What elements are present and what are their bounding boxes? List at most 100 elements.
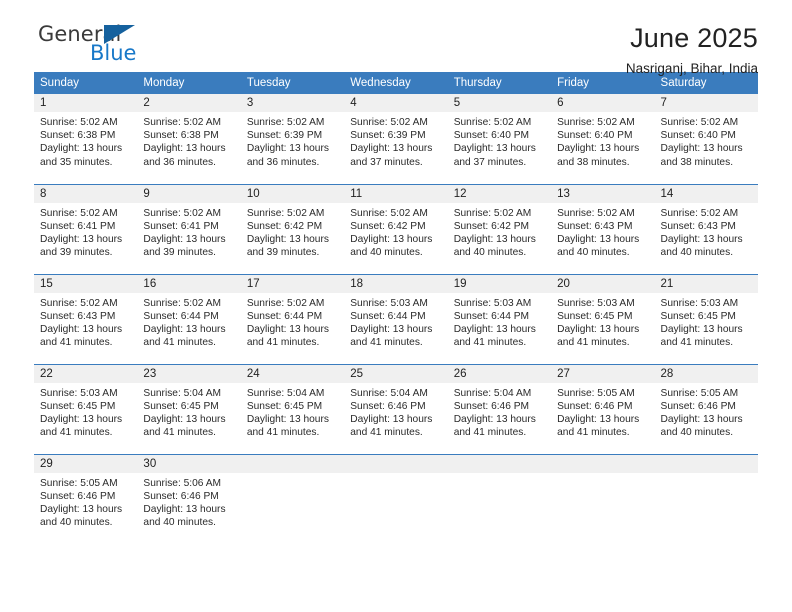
calendar-day-cell[interactable]: 9 Sunrise: 5:02 AM Sunset: 6:41 PM Daylight… [137, 183, 241, 274]
day-details: Sunrise: 5:02 AM Sunset: 6:38 PM Daylight:… [137, 112, 240, 169]
day-number: 16 [137, 274, 241, 293]
sunset-time: Sunset: 6:45 PM [40, 400, 116, 412]
day-details: Sunrise: 5:03 AM Sunset: 6:44 PM Daylight:… [344, 293, 447, 350]
day-number: 4 [344, 94, 448, 112]
sunrise-time: Sunrise: 5:02 AM [453, 207, 532, 219]
sunset-time: Sunset: 6:43 PM [557, 220, 633, 232]
calendar-day-cell[interactable]: 8 Sunrise: 5:02 AM Sunset: 6:41 PM Daylight… [34, 183, 138, 274]
daylight-duration-line2: and 41 minutes. [453, 427, 527, 439]
calendar-day-cell[interactable]: 28 Sunrise: 5:05 AM Sunset: 6:46 PM Dayligh… [654, 363, 758, 454]
daylight-duration-line1: Daylight: 13 hours [40, 503, 123, 515]
sunrise-time: Sunrise: 5:03 AM [453, 297, 532, 309]
daylight-duration-line2: and 41 minutes. [246, 427, 320, 439]
daylight-duration-line2: and 41 minutes. [350, 427, 423, 439]
daylight-duration-line1: Daylight: 13 hours [557, 143, 640, 155]
sunset-time: Sunset: 6:41 PM [143, 220, 219, 232]
day-details: Sunrise: 5:02 AM Sunset: 6:42 PM Daylight:… [448, 203, 551, 260]
calendar-day-cell[interactable]: 11 Sunrise: 5:02 AM Sunset: 6:42 PM Dayligh… [344, 183, 448, 274]
day-details: Sunrise: 5:02 AM Sunset: 6:40 PM Daylight:… [551, 112, 654, 169]
generalblue-logo[interactable]: General Blue [34, 22, 154, 70]
sunset-time: Sunset: 6:43 PM [40, 310, 116, 322]
sunrise-time: Sunrise: 5:03 AM [350, 297, 428, 309]
day-number: 27 [551, 364, 655, 383]
calendar-day-cell[interactable]: 15 Sunrise: 5:02 AM Sunset: 6:43 PM Dayligh… [34, 273, 138, 364]
daylight-duration-line2: and 39 minutes. [143, 247, 216, 259]
calendar-day-cell[interactable]: 6 Sunrise: 5:02 AM Sunset: 6:40 PM Daylight… [551, 94, 655, 184]
daylight-duration-line1: Daylight: 13 hours [350, 233, 433, 245]
calendar-day-cell[interactable]: 17 Sunrise: 5:02 AM Sunset: 6:44 PM Dayligh… [240, 273, 345, 364]
calendar-day-cell[interactable]: 16 Sunrise: 5:02 AM Sunset: 6:44 PM Dayligh… [137, 273, 241, 364]
sunrise-time: Sunrise: 5:04 AM [246, 387, 325, 399]
sunset-time: Sunset: 6:41 PM [40, 220, 116, 232]
calendar-day-cell[interactable]: 3 Sunrise: 5:02 AM Sunset: 6:39 PM Daylight… [240, 94, 345, 184]
weekday-header-sunday: Sunday [34, 72, 138, 94]
daylight-duration-line1: Daylight: 13 hours [40, 413, 123, 425]
sunset-time: Sunset: 6:40 PM [660, 130, 736, 142]
sunset-time: Sunset: 6:45 PM [660, 310, 736, 322]
sunrise-time: Sunrise: 5:02 AM [246, 297, 325, 309]
sunset-time: Sunset: 6:45 PM [557, 310, 633, 322]
sunrise-time: Sunrise: 5:02 AM [660, 207, 739, 219]
calendar-day-cell[interactable]: 14 Sunrise: 5:02 AM Sunset: 6:43 PM Dayligh… [654, 183, 758, 274]
sunset-time: Sunset: 6:44 PM [453, 310, 530, 322]
calendar-day-cell[interactable]: 30 Sunrise: 5:06 AM Sunset: 6:46 PM Dayligh… [137, 453, 241, 542]
daylight-duration-line2: and 38 minutes. [557, 156, 630, 168]
calendar-day-cell[interactable]: 12 Sunrise: 5:02 AM Sunset: 6:42 PM Dayligh… [447, 183, 552, 274]
calendar-day-cell[interactable]: 5 Sunrise: 5:02 AM Sunset: 6:40 PM Daylight… [447, 94, 552, 184]
calendar-day-cell[interactable]: 18 Sunrise: 5:03 AM Sunset: 6:44 PM Dayligh… [344, 273, 448, 364]
day-number: 9 [137, 184, 241, 203]
logo-text-blue: Blue [90, 41, 137, 65]
calendar-day-cell[interactable]: 1 Sunrise: 5:02 AM Sunset: 6:38 PM Daylight… [34, 94, 138, 184]
calendar-empty-cell [654, 453, 758, 542]
calendar-empty-cell [551, 453, 655, 542]
calendar-day-cell[interactable]: 4 Sunrise: 5:02 AM Sunset: 6:39 PM Daylight… [344, 94, 448, 184]
calendar-day-cell[interactable]: 23 Sunrise: 5:04 AM Sunset: 6:45 PM Dayligh… [137, 363, 241, 454]
sunset-time: Sunset: 6:44 PM [350, 310, 426, 322]
day-details: Sunrise: 5:03 AM Sunset: 6:45 PM Daylight:… [34, 383, 137, 440]
day-number: 10 [240, 184, 345, 203]
daylight-duration-line1: Daylight: 13 hours [246, 413, 329, 425]
sunrise-time: Sunrise: 5:06 AM [143, 477, 222, 489]
calendar-day-cell[interactable]: 10 Sunrise: 5:02 AM Sunset: 6:42 PM Dayligh… [240, 183, 345, 274]
day-number: 23 [137, 364, 241, 383]
daylight-duration-line2: and 41 minutes. [143, 337, 216, 349]
daylight-duration-line2: and 40 minutes. [143, 517, 216, 529]
day-number: 29 [34, 454, 138, 473]
daylight-duration-line1: Daylight: 13 hours [143, 143, 226, 155]
day-number: 24 [240, 364, 345, 383]
day-details: Sunrise: 5:05 AM Sunset: 6:46 PM Daylight:… [34, 473, 137, 530]
calendar-day-cell[interactable]: 20 Sunrise: 5:03 AM Sunset: 6:45 PM Dayligh… [551, 273, 655, 364]
calendar-day-cell[interactable]: 2 Sunrise: 5:02 AM Sunset: 6:38 PM Daylight… [137, 94, 241, 184]
sunrise-time: Sunrise: 5:02 AM [143, 297, 222, 309]
calendar-day-cell[interactable]: 13 Sunrise: 5:02 AM Sunset: 6:43 PM Dayligh… [551, 183, 655, 274]
page-title: June 2025 [630, 23, 758, 53]
calendar-day-cell[interactable]: 19 Sunrise: 5:03 AM Sunset: 6:44 PM Dayligh… [447, 273, 552, 364]
weekday-header-monday: Monday [137, 72, 241, 94]
day-details: Sunrise: 5:04 AM Sunset: 6:45 PM Daylight:… [137, 383, 240, 440]
day-number: 13 [551, 184, 655, 203]
day-details: Sunrise: 5:03 AM Sunset: 6:45 PM Daylight:… [551, 293, 654, 350]
calendar-day-cell[interactable]: 26 Sunrise: 5:04 AM Sunset: 6:46 PM Dayligh… [447, 363, 552, 454]
calendar-day-cell[interactable]: 21 Sunrise: 5:03 AM Sunset: 6:45 PM Dayligh… [654, 273, 758, 364]
calendar-day-cell[interactable]: 7 Sunrise: 5:02 AM Sunset: 6:40 PM Daylight… [654, 94, 758, 184]
sunset-time: Sunset: 6:39 PM [246, 130, 323, 142]
calendar-day-cell[interactable]: 22 Sunrise: 5:03 AM Sunset: 6:45 PM Dayligh… [34, 363, 138, 454]
daylight-duration-line1: Daylight: 13 hours [660, 413, 743, 425]
sunrise-time: Sunrise: 5:02 AM [557, 207, 635, 219]
day-number: 8 [34, 184, 138, 203]
calendar-day-cell[interactable]: 27 Sunrise: 5:05 AM Sunset: 6:46 PM Dayligh… [551, 363, 655, 454]
calendar-day-cell[interactable]: 25 Sunrise: 5:04 AM Sunset: 6:46 PM Dayligh… [344, 363, 448, 454]
day-details: Sunrise: 5:02 AM Sunset: 6:38 PM Daylight:… [34, 112, 137, 169]
daylight-duration-line2: and 41 minutes. [40, 337, 113, 349]
daylight-duration-line2: and 40 minutes. [350, 247, 423, 259]
calendar-day-cell[interactable]: 24 Sunrise: 5:04 AM Sunset: 6:45 PM Dayligh… [240, 363, 345, 454]
day-number: 26 [447, 364, 552, 383]
day-number: 19 [447, 274, 552, 293]
day-details: Sunrise: 5:03 AM Sunset: 6:45 PM Daylight:… [655, 293, 758, 350]
daylight-duration-line2: and 36 minutes. [246, 156, 320, 168]
calendar-day-cell[interactable]: 29 Sunrise: 5:05 AM Sunset: 6:46 PM Dayligh… [34, 453, 138, 542]
daylight-duration-line2: and 41 minutes. [660, 337, 734, 349]
day-details: Sunrise: 5:02 AM Sunset: 6:41 PM Daylight:… [34, 203, 137, 260]
day-details: Sunrise: 5:02 AM Sunset: 6:42 PM Daylight:… [344, 203, 447, 260]
day-details: Sunrise: 5:02 AM Sunset: 6:39 PM Daylight:… [241, 112, 344, 169]
